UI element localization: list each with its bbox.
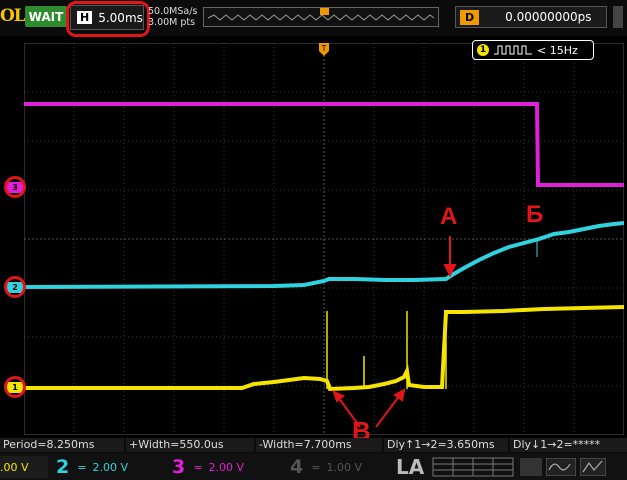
svg-text:T: T (321, 44, 327, 53)
dc-coupling-icon: = (77, 460, 87, 474)
run-status-button[interactable]: WAIT (25, 6, 67, 27)
trigger-channel-number: 1 (477, 44, 489, 56)
measure-period[interactable]: Period=8.250ms (0, 438, 124, 452)
waveform-display[interactable]: T (24, 43, 624, 435)
measure-delay-rise[interactable]: Dly↑1→2=3.650ms (384, 438, 508, 452)
dc-coupling-icon: = (311, 460, 321, 474)
delay-label: D (460, 9, 480, 25)
wave-generator-icon[interactable] (546, 458, 577, 476)
ch3-scale-tab[interactable]: 3 = 2.00 V (172, 456, 278, 478)
memory-overview-strip[interactable] (203, 7, 439, 27)
overview-trigger-marker (320, 8, 329, 15)
logic-analyzer-tab[interactable]: LA (396, 455, 626, 479)
square-wave-icon (494, 45, 532, 55)
trigger-frequency: < 15Hz (537, 43, 578, 57)
timebase-highlight-ring (66, 1, 150, 37)
ch1-scale-tab[interactable]: .00 V (0, 456, 48, 478)
side-menu-tab[interactable] (613, 6, 623, 28)
ch2-number: 2 (56, 456, 70, 478)
trigger-frequency-badge[interactable]: 1 < 15Hz (472, 40, 594, 60)
la-settings-icon[interactable] (520, 458, 543, 476)
ch3-number: 3 (172, 456, 186, 478)
annotation-b-cyrillic: Б (526, 201, 544, 228)
ch2-scale-tab[interactable]: 2 = 2.00 V (56, 456, 162, 478)
memory-depth: 3.00M pts (148, 17, 196, 28)
ch4-scale-tab[interactable]: 4 = 1.00 V (290, 456, 390, 478)
ch1-marker-highlight-ring (4, 376, 26, 398)
dc-coupling-icon: = (193, 460, 203, 474)
delay-control[interactable]: D 0.00000000ps (455, 6, 607, 28)
brand-logo: OL (0, 6, 26, 26)
ch2-scale: 2.00 V (92, 460, 128, 474)
sample-rate: 50.0MSa/s (148, 6, 198, 17)
measure-delay-fall[interactable]: Dly↓1→2=***** (510, 438, 627, 452)
delay-value: 0.00000000ps (505, 10, 592, 24)
ch4-scale: 1.00 V (326, 460, 362, 474)
ch1-scale: .00 V (0, 460, 29, 474)
acquisition-info: 50.0MSa/s 3.00M pts (148, 6, 197, 28)
ch2-marker-highlight-ring (4, 276, 26, 298)
la-channel-grid-icon (432, 457, 514, 477)
la-label: LA (396, 455, 425, 479)
ch3-marker-highlight-ring (4, 176, 26, 198)
ch3-scale: 2.00 V (208, 460, 244, 474)
memory-overview-wave (207, 8, 435, 21)
measure-icon[interactable] (580, 458, 607, 476)
measure-negative-width[interactable]: -Width=7.700ms (256, 438, 382, 452)
ch4-number: 4 (290, 456, 304, 478)
annotation-a: А (440, 203, 458, 230)
measure-positive-width[interactable]: +Width=550.0us (126, 438, 254, 452)
